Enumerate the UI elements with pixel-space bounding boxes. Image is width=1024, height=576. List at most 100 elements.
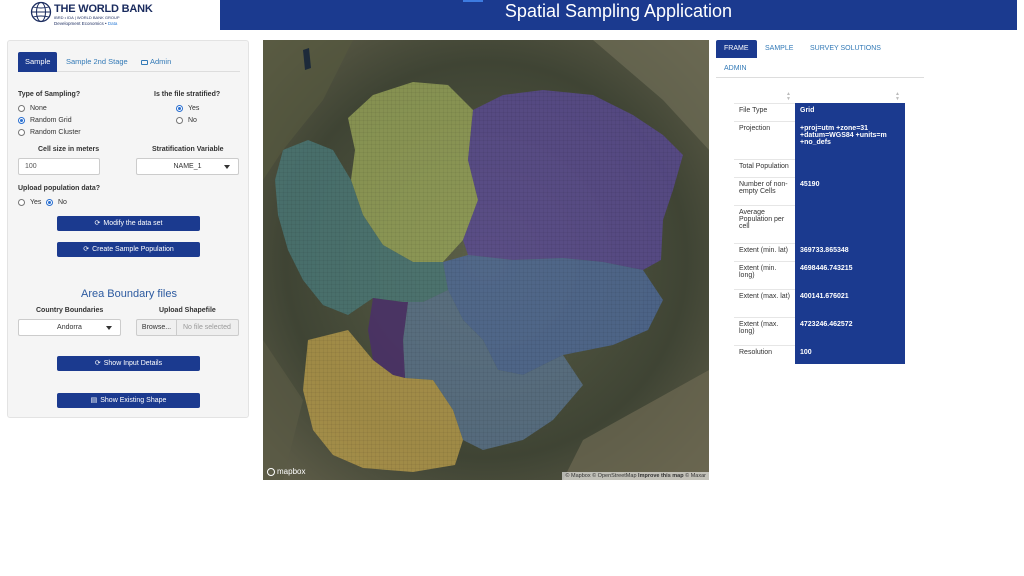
globe-icon (30, 1, 52, 23)
radio-none-label: None (30, 104, 47, 112)
logo-dept-text: Development Economics (54, 21, 104, 26)
tab-sample-2nd-stage-label: Sample 2nd Stage (66, 57, 128, 66)
chevron-down-icon (224, 165, 230, 169)
sidebar-tabs: Sample Sample 2nd Stage Admin (18, 52, 240, 72)
row-value (795, 159, 905, 178)
logo-dept-accent: Data (107, 21, 118, 26)
radio-circle-checked (176, 104, 183, 112)
map-view[interactable]: mapbox © Mapbox © OpenStreetMap Improve … (263, 40, 709, 480)
tab-sample-label: Sample (25, 57, 51, 66)
cell-size-label: Cell size in meters (38, 146, 100, 153)
tab-admin-label: Admin (150, 57, 172, 66)
row-value: 400141.676021 (795, 289, 905, 318)
create-sample-population-label: Create Sample Population (92, 246, 174, 253)
tab-sample-right-label: SAMPLE (765, 45, 794, 52)
sidebar-panel: Sample Sample 2nd Stage Admin Type of Sa… (7, 40, 249, 418)
radio-circle (18, 128, 25, 136)
row-key: Extent (max. lat) (734, 289, 795, 318)
row-value: 369733.865348 (795, 243, 905, 262)
upload-population-label: Upload population data? (18, 185, 101, 192)
radio-upload-yes-label: Yes (30, 198, 42, 206)
logo-title: THE WORLD BANK (54, 3, 153, 15)
tab-admin-right-label: ADMIN (724, 65, 747, 72)
tab-frame-label: FRAME (724, 45, 749, 52)
row-value: 4723246.462572 (795, 317, 905, 346)
area-boundary-title: Area Boundary files (81, 288, 177, 300)
sort-icon[interactable]: ▲ ▼ (786, 92, 791, 102)
tab-frame[interactable]: FRAME (716, 40, 757, 58)
show-existing-shape-label: Show Existing Shape (100, 397, 167, 404)
radio-circle (18, 104, 25, 112)
radio-circle-checked (18, 116, 25, 124)
radio-stratified-no-label: No (188, 116, 197, 124)
table-row: File Type Grid (734, 103, 905, 122)
country-boundaries-label: Country Boundaries (36, 307, 104, 314)
browse-button[interactable]: Browse... (136, 319, 177, 336)
strat-variable-value: NAME_1 (173, 163, 202, 170)
table-row: Extent (min. long) 4698446.743215 (734, 261, 905, 290)
radio-random-grid-label: Random Grid (30, 116, 72, 124)
radio-upload-yes[interactable]: Yes (18, 197, 41, 207)
refresh-icon: ⟳ (94, 220, 101, 227)
table-sort-row: ▲ ▼ ▲ ▼ (734, 92, 905, 102)
radio-upload-no[interactable]: No (46, 197, 67, 207)
row-key: File Type (734, 103, 795, 122)
modify-dataset-label: Modify the data set (103, 220, 163, 227)
row-value: Grid (795, 103, 905, 122)
admin-icon (141, 60, 148, 65)
row-value (795, 205, 905, 244)
file-name-field: No file selected (177, 319, 239, 336)
refresh-icon: ⟳ (83, 246, 90, 253)
mapbox-icon (267, 467, 275, 476)
tab-admin[interactable]: Admin (134, 52, 178, 72)
modify-dataset-button[interactable]: ⟳ Modify the data set (57, 216, 200, 231)
world-bank-logo[interactable]: THE WORLD BANK IBRD • IDA | WORLD BANK G… (30, 1, 153, 29)
improve-map-link[interactable]: Improve this map (638, 473, 684, 479)
radio-none[interactable]: None (18, 103, 47, 113)
radio-stratified-no[interactable]: No (176, 115, 197, 125)
tab-admin-right[interactable]: ADMIN (716, 60, 755, 78)
app-title: Spatial Sampling Application (504, 1, 733, 21)
table-row: Average Population per cell (734, 205, 905, 244)
country-value: Andorra (57, 324, 82, 331)
tab-sample[interactable]: Sample (18, 52, 58, 72)
country-select[interactable]: Andorra (18, 319, 121, 336)
attribution-text[interactable]: © Mapbox © OpenStreetMap (565, 473, 636, 479)
database-icon: ▤ (90, 397, 98, 404)
cell-size-input[interactable]: 100 (18, 158, 100, 175)
sampling-type-label: Type of Sampling? (18, 91, 81, 98)
stratified-label: Is the file stratified? (154, 91, 221, 98)
table-row: Extent (max. lat) 400141.676021 (734, 289, 905, 318)
row-key: Average Population per cell (734, 205, 795, 244)
mapbox-logo[interactable]: mapbox (267, 467, 305, 476)
radio-circle (176, 116, 183, 124)
table-row: Resolution 100 (734, 345, 905, 364)
tab-sample-2nd-stage[interactable]: Sample 2nd Stage (59, 52, 135, 72)
radio-random-cluster[interactable]: Random Cluster (18, 127, 81, 137)
row-key: Number of non-empty Cells (734, 177, 795, 206)
show-input-details-button[interactable]: ⟳ Show Input Details (57, 356, 200, 371)
radio-random-cluster-label: Random Cluster (30, 128, 81, 136)
show-existing-shape-button[interactable]: ▤ Show Existing Shape (57, 393, 200, 408)
tab-survey-solutions[interactable]: SURVEY SOLUTIONS (802, 40, 889, 58)
tab-sample-right[interactable]: SAMPLE (757, 40, 801, 58)
radio-stratified-yes-label: Yes (188, 104, 200, 112)
frame-table-body: File Type Grid Projection +proj=utm +zone=3… (734, 103, 905, 364)
attribution-maxar[interactable]: © Maxar (685, 473, 706, 479)
row-value: 4698446.743215 (795, 261, 905, 290)
row-value: 45190 (795, 177, 905, 206)
row-value: +proj=utm +zone=31 +datum=WGS84 +units=m… (795, 121, 905, 160)
row-key: Projection (734, 121, 795, 160)
sort-icon[interactable]: ▲ ▼ (895, 92, 900, 102)
radio-random-grid[interactable]: Random Grid (18, 115, 72, 125)
logo-department: Development Economics • Data (54, 21, 118, 26)
tab-survey-solutions-label: SURVEY SOLUTIONS (810, 45, 881, 52)
strat-variable-select[interactable]: NAME_1 (136, 158, 239, 175)
radio-circle-checked (46, 198, 53, 206)
radio-circle (18, 198, 25, 206)
strat-variable-label: Stratification Variable (152, 146, 224, 153)
create-sample-population-button[interactable]: ⟳ Create Sample Population (57, 242, 200, 257)
mapbox-logo-text: mapbox (277, 467, 306, 476)
radio-stratified-yes[interactable]: Yes (176, 103, 199, 113)
map-attribution: © Mapbox © OpenStreetMap Improve this ma… (562, 472, 709, 480)
